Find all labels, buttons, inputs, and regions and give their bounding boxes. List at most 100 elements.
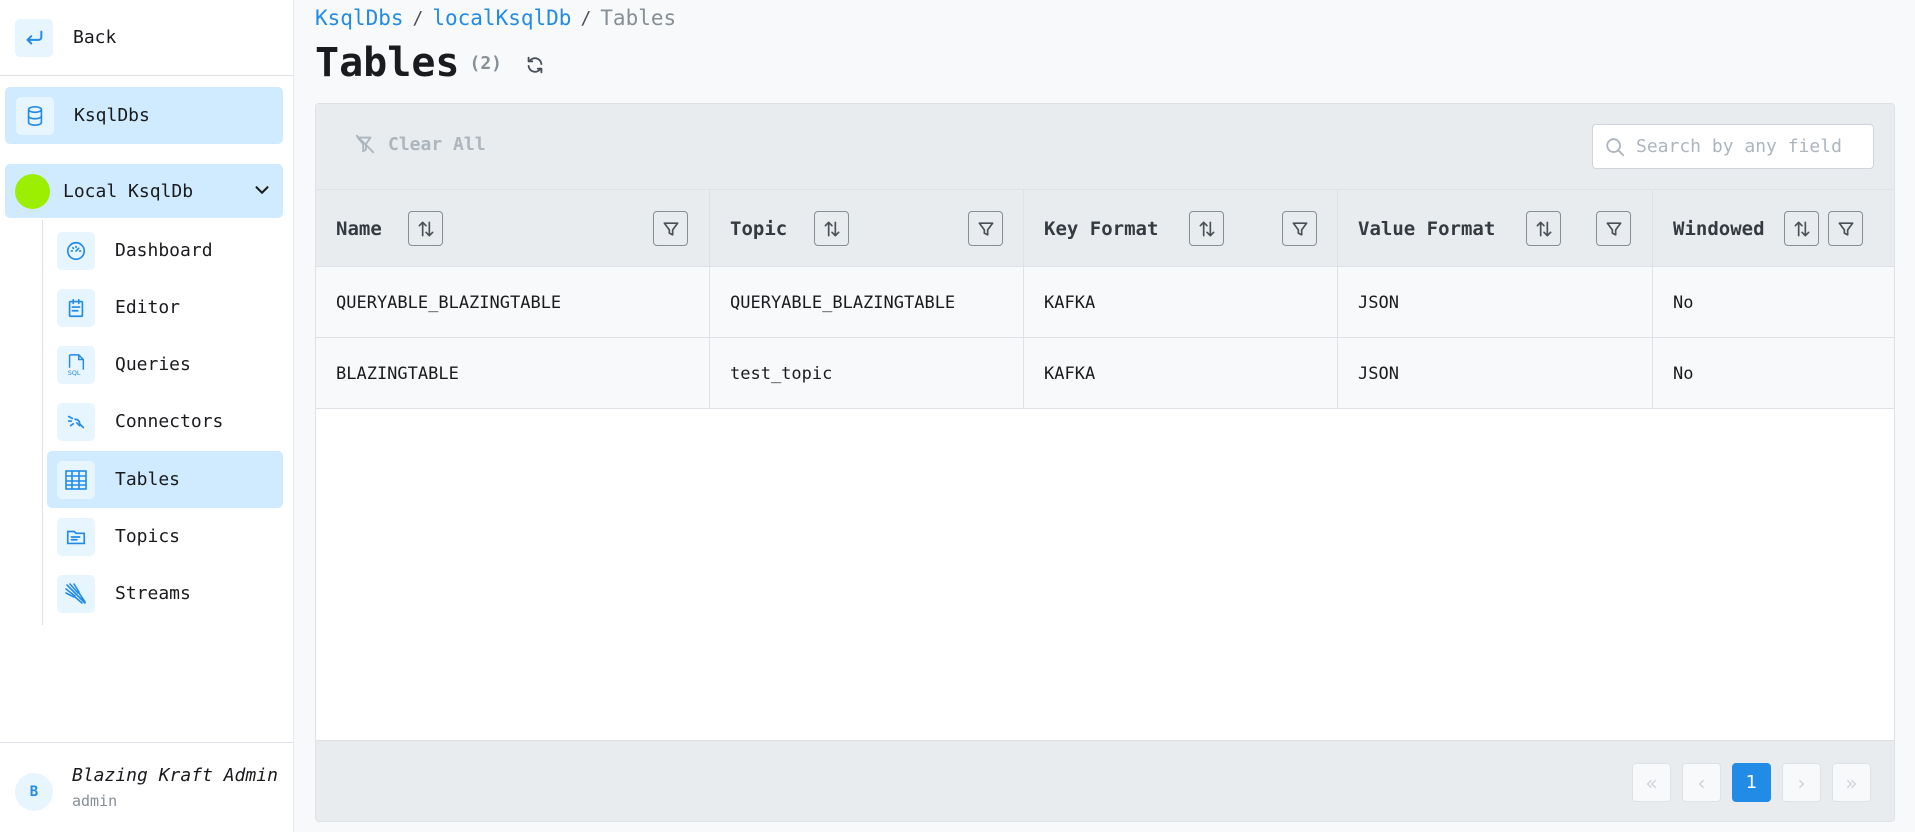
user-name: Blazing Kraft Admin (72, 765, 278, 786)
streams-icon (57, 574, 95, 613)
page-button-current[interactable]: 1 (1732, 763, 1771, 802)
back-label: Back (73, 27, 117, 48)
filter-icon (1838, 221, 1853, 236)
table-row[interactable]: BLAZINGTABLE test_topic KAFKA JSON No (316, 338, 1894, 409)
search-input[interactable] (1636, 136, 1856, 157)
filter-button[interactable] (1596, 211, 1631, 246)
cell-key-format: KAFKA (1024, 267, 1338, 338)
avatar: B (15, 773, 53, 811)
search-icon (1606, 137, 1625, 156)
filter-icon (663, 221, 678, 236)
search-box[interactable] (1592, 124, 1874, 169)
column-header-topic: Topic (710, 190, 1024, 267)
table-row[interactable]: QUERYABLE_BLAZINGTABLE QUERYABLE_BLAZING… (316, 267, 1894, 338)
sidebar-item-label: Tables (115, 469, 181, 490)
sort-arrows-icon (1536, 221, 1551, 236)
next-page-button[interactable]: › (1782, 763, 1821, 802)
dashboard-icon (57, 231, 95, 270)
clear-all-label: Clear All (388, 133, 486, 155)
breadcrumb: KsqlDbs / localKsqlDb / Tables (315, 6, 676, 30)
table-header: Name Topic Key Format Value Format Windo… (316, 190, 1894, 267)
cell-name: QUERYABLE_BLAZINGTABLE (316, 267, 710, 338)
cell-key-format: KAFKA (1024, 338, 1338, 409)
topics-icon (57, 517, 95, 556)
sidebar-item-topics[interactable]: Topics (47, 508, 283, 565)
sidebar-item-queries[interactable]: SQL Queries (47, 336, 283, 393)
last-page-button[interactable]: » (1832, 763, 1871, 802)
breadcrumb-ksqldbs[interactable]: KsqlDbs (315, 6, 404, 30)
svg-text:SQL: SQL (68, 369, 81, 377)
filter-off-icon (355, 134, 375, 154)
sidebar-item-label: Topics (115, 526, 181, 547)
sidebar-item-label: Queries (115, 354, 191, 375)
connectors-icon (57, 402, 95, 441)
sidebar-item-label: Dashboard (115, 240, 213, 261)
sidebar-item-label: KsqlDbs (74, 105, 150, 126)
breadcrumb-separator: / (580, 7, 592, 29)
clear-all-button[interactable]: Clear All (354, 133, 486, 155)
sort-button[interactable] (408, 211, 443, 246)
prev-page-button[interactable]: ‹ (1682, 763, 1721, 802)
cell-name: BLAZINGTABLE (316, 338, 710, 409)
back-arrow-icon (15, 18, 53, 57)
column-label: Value Format (1358, 217, 1496, 240)
column-header-name: Name (316, 190, 710, 267)
pagination-bar: « ‹ 1 › » (316, 740, 1894, 821)
cell-value-format: JSON (1338, 338, 1653, 409)
filter-icon (1606, 221, 1621, 236)
sidebar-item-streams[interactable]: Streams (47, 565, 283, 622)
user-panel[interactable]: B Blazing Kraft Admin admin (0, 742, 293, 832)
cell-windowed: No (1673, 363, 1694, 384)
filter-button[interactable] (653, 211, 688, 246)
back-button[interactable]: Back (0, 0, 293, 76)
filter-button[interactable] (968, 211, 1003, 246)
sort-arrows-icon (418, 221, 433, 236)
table-icon (57, 460, 95, 499)
first-page-button[interactable]: « (1632, 763, 1671, 802)
refresh-icon[interactable] (524, 54, 546, 76)
sort-button[interactable] (814, 211, 849, 246)
sidebar-item-label: Connectors (115, 411, 224, 432)
sidebar-item-connectors[interactable]: Connectors (47, 393, 283, 450)
cell-topic: QUERYABLE_BLAZINGTABLE (710, 267, 1024, 338)
cluster-selector[interactable]: Local KsqlDb (5, 164, 283, 218)
filter-icon (978, 221, 993, 236)
cluster-label: Local KsqlDb (63, 180, 194, 202)
sort-arrows-icon (1199, 221, 1214, 236)
cluster-color-dot (15, 173, 50, 209)
column-label: Windowed (1673, 217, 1765, 240)
page-title: Tables (315, 40, 460, 86)
tree-line (42, 220, 43, 625)
tables-table: Clear All Name Topic Key Format Value Fo… (315, 103, 1895, 822)
column-header-value-format: Value Format (1338, 190, 1653, 267)
column-label: Key Format (1044, 217, 1159, 240)
sidebar-item-dashboard[interactable]: Dashboard (47, 222, 283, 279)
sidebar-item-editor[interactable]: Editor (47, 279, 283, 336)
sort-arrows-icon (824, 221, 839, 236)
sort-button[interactable] (1784, 211, 1819, 246)
table-toolbar: Clear All (316, 104, 1894, 190)
filter-button[interactable] (1828, 211, 1863, 246)
sidebar-item-tables[interactable]: Tables (47, 451, 283, 508)
user-role: admin (72, 792, 118, 810)
sidebar-item-label: Streams (115, 583, 191, 604)
pagination: « ‹ 1 › » (1621, 763, 1871, 802)
sidebar: Back KsqlDbs Local KsqlDb Dashboard Edit… (0, 0, 294, 832)
breadcrumb-separator: / (412, 7, 424, 29)
database-icon (16, 96, 54, 135)
sql-file-icon: SQL (57, 345, 95, 384)
sidebar-item-ksqldbs[interactable]: KsqlDbs (5, 87, 283, 144)
breadcrumb-localksqldb[interactable]: localKsqlDb (432, 6, 571, 30)
filter-icon (1292, 221, 1307, 236)
sort-button[interactable] (1526, 211, 1561, 246)
editor-icon (57, 288, 95, 327)
column-label: Topic (730, 217, 788, 240)
filter-button[interactable] (1282, 211, 1317, 246)
column-header-key-format: Key Format (1024, 190, 1338, 267)
cell-topic: test_topic (710, 338, 1024, 409)
cell-value-format: JSON (1338, 267, 1653, 338)
cell-windowed: No (1673, 292, 1694, 313)
sort-arrows-icon (1794, 221, 1809, 236)
title-row: Tables (2) (315, 40, 546, 86)
sort-button[interactable] (1189, 211, 1224, 246)
